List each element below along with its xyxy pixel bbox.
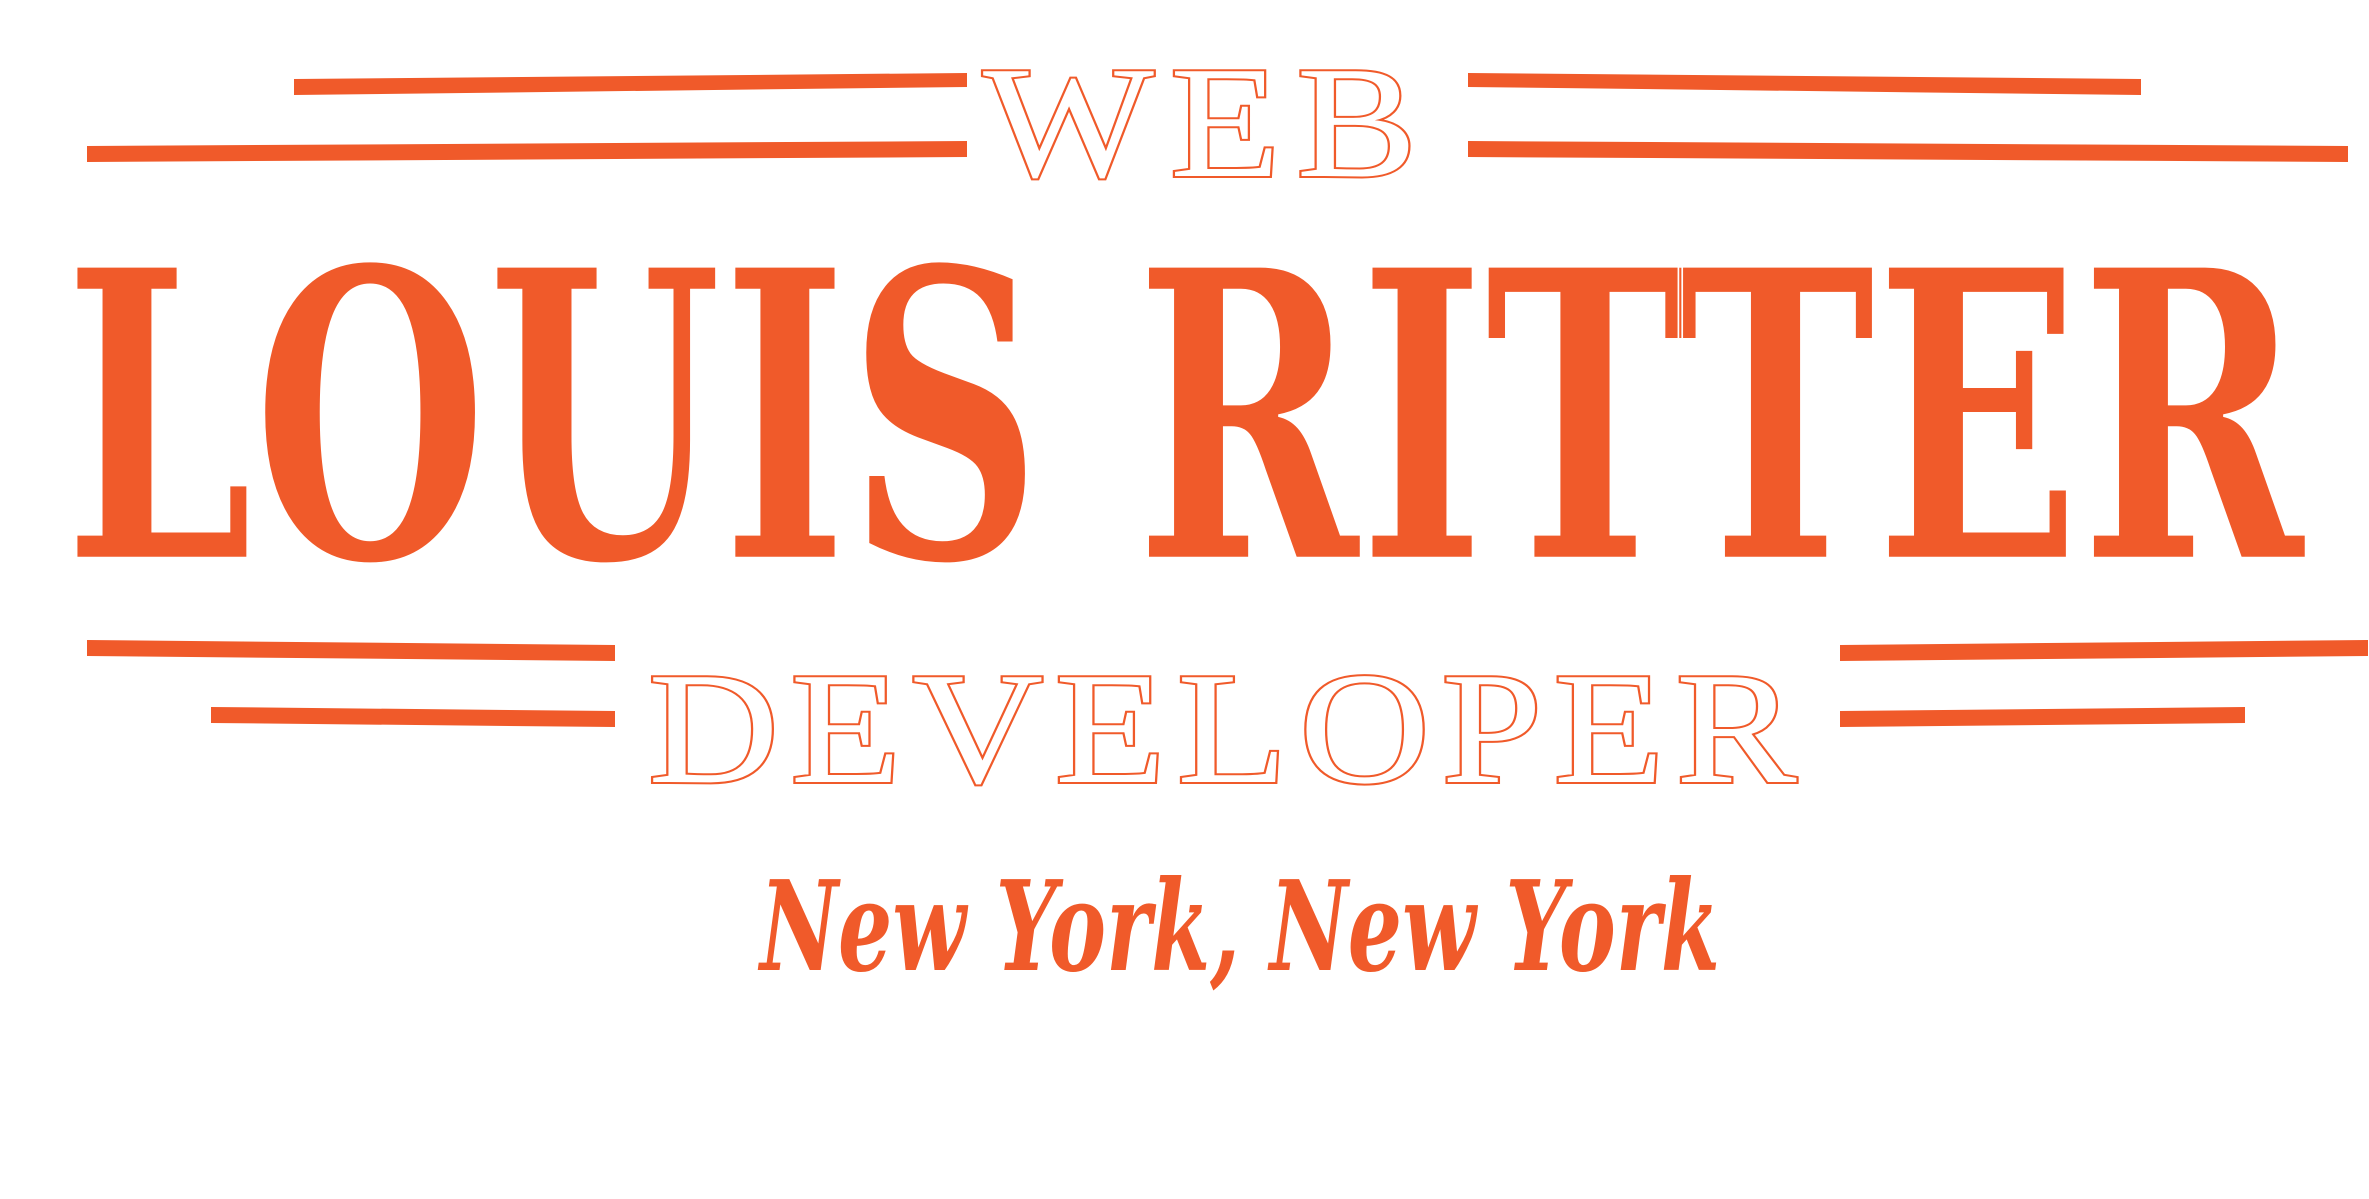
logo-artwork: WEB LOUIS RITTER LOUIS RITTER DEVELOPER … [63, 31, 2368, 1000]
logo-canvas: WEB LOUIS RITTER LOUIS RITTER DEVELOPER … [0, 0, 2369, 1199]
rule-top-left-upper [294, 73, 967, 95]
rule-top-left-lower [87, 141, 967, 162]
location-text: New York, New York [757, 854, 1720, 1000]
rule-bottom-right-lower [1840, 707, 2245, 727]
rule-top-right-upper [1468, 73, 2141, 95]
rule-top-right-lower [1468, 141, 2348, 162]
rule-bottom-left-lower [211, 707, 615, 727]
name-title-inline: LOUIS RITTER [64, 183, 2307, 653]
bottom-word: DEVELOPER [648, 639, 1808, 817]
